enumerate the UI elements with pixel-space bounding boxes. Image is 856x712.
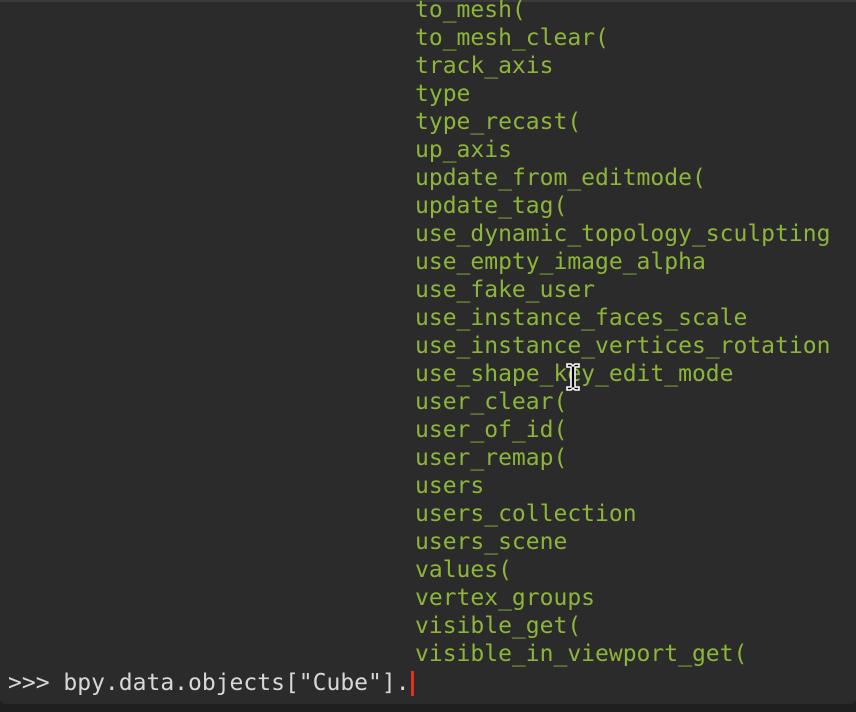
completion-item: update_from_editmode(: [415, 165, 706, 191]
completion-item: up_axis: [415, 137, 512, 163]
completion-item: visible_in_viewport_get(: [415, 641, 748, 667]
prompt-marker: >>>: [8, 670, 64, 696]
completion-item: use_instance_vertices_rotation: [415, 333, 831, 359]
completion-item: type: [415, 81, 471, 107]
python-console[interactable]: to_mesh(to_mesh_clear(track_axis type type…: [0, 0, 856, 704]
completion-item: track_axis: [415, 53, 554, 79]
completion-item: type_recast(: [415, 109, 582, 135]
completion-item: values(: [415, 557, 512, 583]
completion-item: use_instance_faces_scale: [415, 305, 748, 331]
completion-item: users: [415, 473, 485, 499]
completion-item: use_dynamic_topology_sculpting: [415, 221, 831, 247]
completion-item: use_fake_user: [415, 277, 596, 303]
text-caret: [410, 671, 414, 696]
completion-item: update_tag(: [415, 193, 568, 219]
completion-item: to_mesh(: [415, 0, 526, 23]
completion-item: to_mesh_clear(: [415, 25, 609, 51]
completion-item: user_of_id(: [415, 417, 568, 443]
console-input[interactable]: bpy.data.objects["Cube"].: [63, 670, 409, 696]
completion-item: vertex_groups: [415, 585, 596, 611]
completion-item: users_scene: [415, 529, 568, 555]
completion-item: use_empty_image_alpha: [415, 249, 706, 275]
completion-item: user_clear(: [415, 389, 568, 415]
console-input-line[interactable]: >>> bpy.data.objects["Cube"].: [8, 669, 414, 697]
completion-item: user_remap(: [415, 445, 568, 471]
text-ibeam-icon: [566, 363, 580, 391]
completion-item: users_collection: [415, 501, 637, 527]
completion-item: visible_get(: [415, 613, 582, 639]
